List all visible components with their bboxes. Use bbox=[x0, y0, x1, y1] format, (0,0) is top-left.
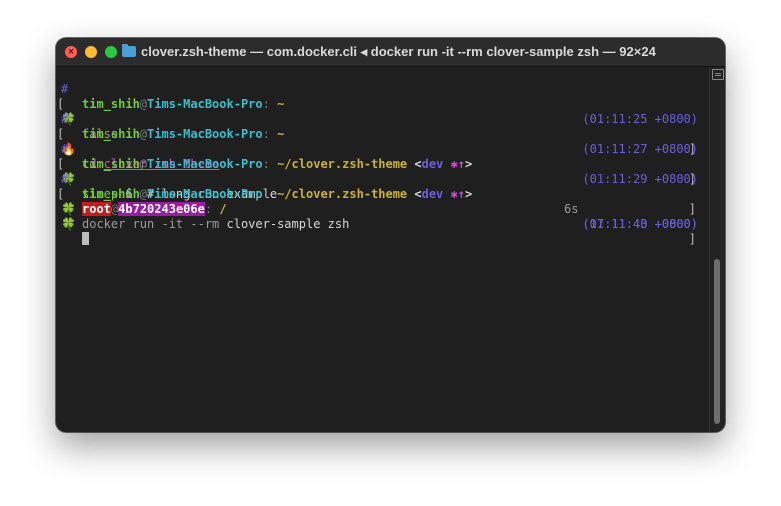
command-args: clover-sample zsh bbox=[219, 217, 350, 231]
zoom-button[interactable] bbox=[105, 46, 117, 58]
command-line: [ 🍀 false ] bbox=[56, 82, 708, 156]
input-line[interactable]: 🍀 bbox=[56, 202, 708, 245]
status-emoji: 🍀 bbox=[61, 217, 76, 231]
prompt-line: # tim_shih@Tims-MacBook-Pro: ~/clover.zs… bbox=[56, 157, 708, 231]
prompt-timestamp: (17:11:43 +0000) bbox=[582, 217, 698, 231]
prompt-line: # tim_shih@Tims-MacBook-Pro: ~ (01:11:25… bbox=[56, 67, 708, 126]
prompt-line: # tim_shih@Tims-MacBook-Pro: ~/clover.zs… bbox=[56, 127, 708, 186]
prompt-line: # tim_shih@Tims-MacBook-Pro: ~ (01:11:27… bbox=[56, 97, 708, 156]
command-close-bracket: ] bbox=[688, 232, 696, 246]
text-cursor[interactable] bbox=[82, 232, 89, 245]
close-icon: × bbox=[67, 47, 75, 57]
command-line: [ 🍀 sleep 6 # long run example ] bbox=[56, 142, 708, 216]
window-title-text: clover.zsh-theme — com.docker.cli ◂ dock… bbox=[141, 44, 656, 59]
terminal-content[interactable]: # tim_shih@Tims-MacBook-Pro: ~ (01:11:25… bbox=[56, 67, 710, 432]
command-line: [ 🔥 cd clover.zsh-theme ] bbox=[56, 112, 708, 186]
menu-icon[interactable] bbox=[712, 69, 724, 80]
scrollbar-thumb[interactable] bbox=[714, 259, 720, 424]
prompt-line: root@4b720243e06e: / (17:11:43 +0000) bbox=[56, 187, 708, 231]
command-text: docker run -it --rm bbox=[82, 217, 220, 231]
close-button[interactable]: × bbox=[65, 46, 77, 58]
vertical-scrollbar[interactable] bbox=[709, 67, 725, 432]
minimize-button[interactable] bbox=[85, 46, 97, 58]
folder-icon bbox=[122, 44, 136, 57]
command-line: [ 🍀 docker run -it --rm clover-sample zs… bbox=[56, 172, 708, 246]
terminal-window: × clover.zsh-theme — com.docker.cli ◂ do… bbox=[56, 38, 725, 432]
title-bar[interactable]: × clover.zsh-theme — com.docker.cli ◂ do… bbox=[56, 38, 725, 67]
window-title: clover.zsh-theme — com.docker.cli ◂ dock… bbox=[122, 38, 656, 66]
